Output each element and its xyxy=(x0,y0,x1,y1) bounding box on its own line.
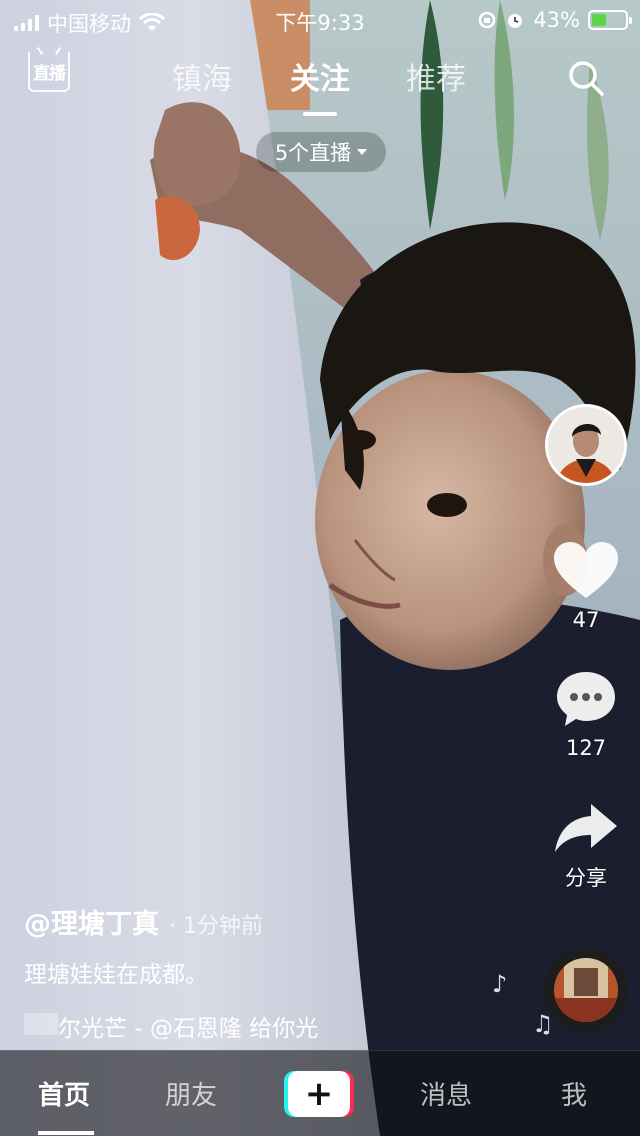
share-button[interactable]: 分享 xyxy=(540,804,632,892)
like-count: 47 xyxy=(572,608,600,632)
battery-icon xyxy=(588,10,632,30)
bottom-tab-messages[interactable]: 消息 xyxy=(420,1075,472,1112)
music-title: 尔光芒 - @石恩隆 给你光 xyxy=(58,1016,319,1039)
comment-icon xyxy=(557,672,615,726)
post-time: · 1分钟前 xyxy=(169,914,263,939)
status-bar: 中国移动 下午9:33 43% xyxy=(0,0,640,40)
tab-recommended[interactable]: 推荐 xyxy=(406,54,466,98)
plus-icon: + xyxy=(304,1074,334,1114)
music-icon xyxy=(24,1013,58,1035)
bottom-tab-me[interactable]: 我 xyxy=(561,1075,587,1112)
caret-down-icon xyxy=(357,149,368,155)
alarm-icon xyxy=(508,14,523,28)
tab-following[interactable]: 关注 xyxy=(290,54,350,98)
music-disc[interactable] xyxy=(544,948,628,1032)
bottom-tab-friends[interactable]: 朋友 xyxy=(165,1075,217,1112)
author-avatar[interactable] xyxy=(545,404,627,486)
search-icon[interactable] xyxy=(566,58,606,98)
music-line[interactable]: 尔光芒 - @石恩隆 给你光 xyxy=(24,1009,374,1039)
share-label: 分享 xyxy=(565,866,607,890)
comment-button[interactable]: 127 xyxy=(540,670,632,760)
music-cover-image xyxy=(554,958,618,1022)
heart-icon xyxy=(554,542,618,598)
active-tab-indicator xyxy=(303,112,337,116)
battery-percent: 43% xyxy=(533,8,580,32)
share-arrow-icon xyxy=(555,804,617,852)
top-nav: 直播 镇海 关注 推荐 xyxy=(0,44,640,116)
tab-local[interactable]: 镇海 xyxy=(172,54,232,98)
status-right: 43% xyxy=(477,8,632,32)
like-button[interactable]: 47 xyxy=(540,542,632,632)
comment-count: 127 xyxy=(565,736,607,760)
live-count-dropdown[interactable]: 5个直播 xyxy=(256,132,386,172)
live-count-label: 5个直播 xyxy=(274,141,352,165)
bottom-tab-home[interactable]: 首页 xyxy=(38,1075,90,1112)
rotation-lock-icon xyxy=(479,11,496,29)
post-caption[interactable]: 理塘娃娃在成都。 xyxy=(24,955,504,989)
feed-tabs: 镇海 关注 推荐 xyxy=(0,54,640,116)
battery-fill xyxy=(592,14,606,26)
author-name[interactable]: @理塘丁真 xyxy=(24,902,159,941)
create-post-button[interactable]: + xyxy=(284,1071,354,1117)
active-bottom-tab-indicator xyxy=(38,1131,94,1135)
screen: 中国移动 下午9:33 43% 直播 镇海 关注 推荐 5个直播 47 127 … xyxy=(0,0,640,1136)
music-note-icon: ♫ xyxy=(532,1010,554,1038)
avatar-image xyxy=(548,407,624,483)
author-line: @理塘丁真 · 1分钟前 xyxy=(24,902,504,941)
post-info: @理塘丁真 · 1分钟前 理塘娃娃在成都。 尔光芒 - @石恩隆 给你光 xyxy=(24,902,504,1039)
bottom-tab-bar: 首页 朋友 + 消息 我 xyxy=(0,1050,640,1136)
